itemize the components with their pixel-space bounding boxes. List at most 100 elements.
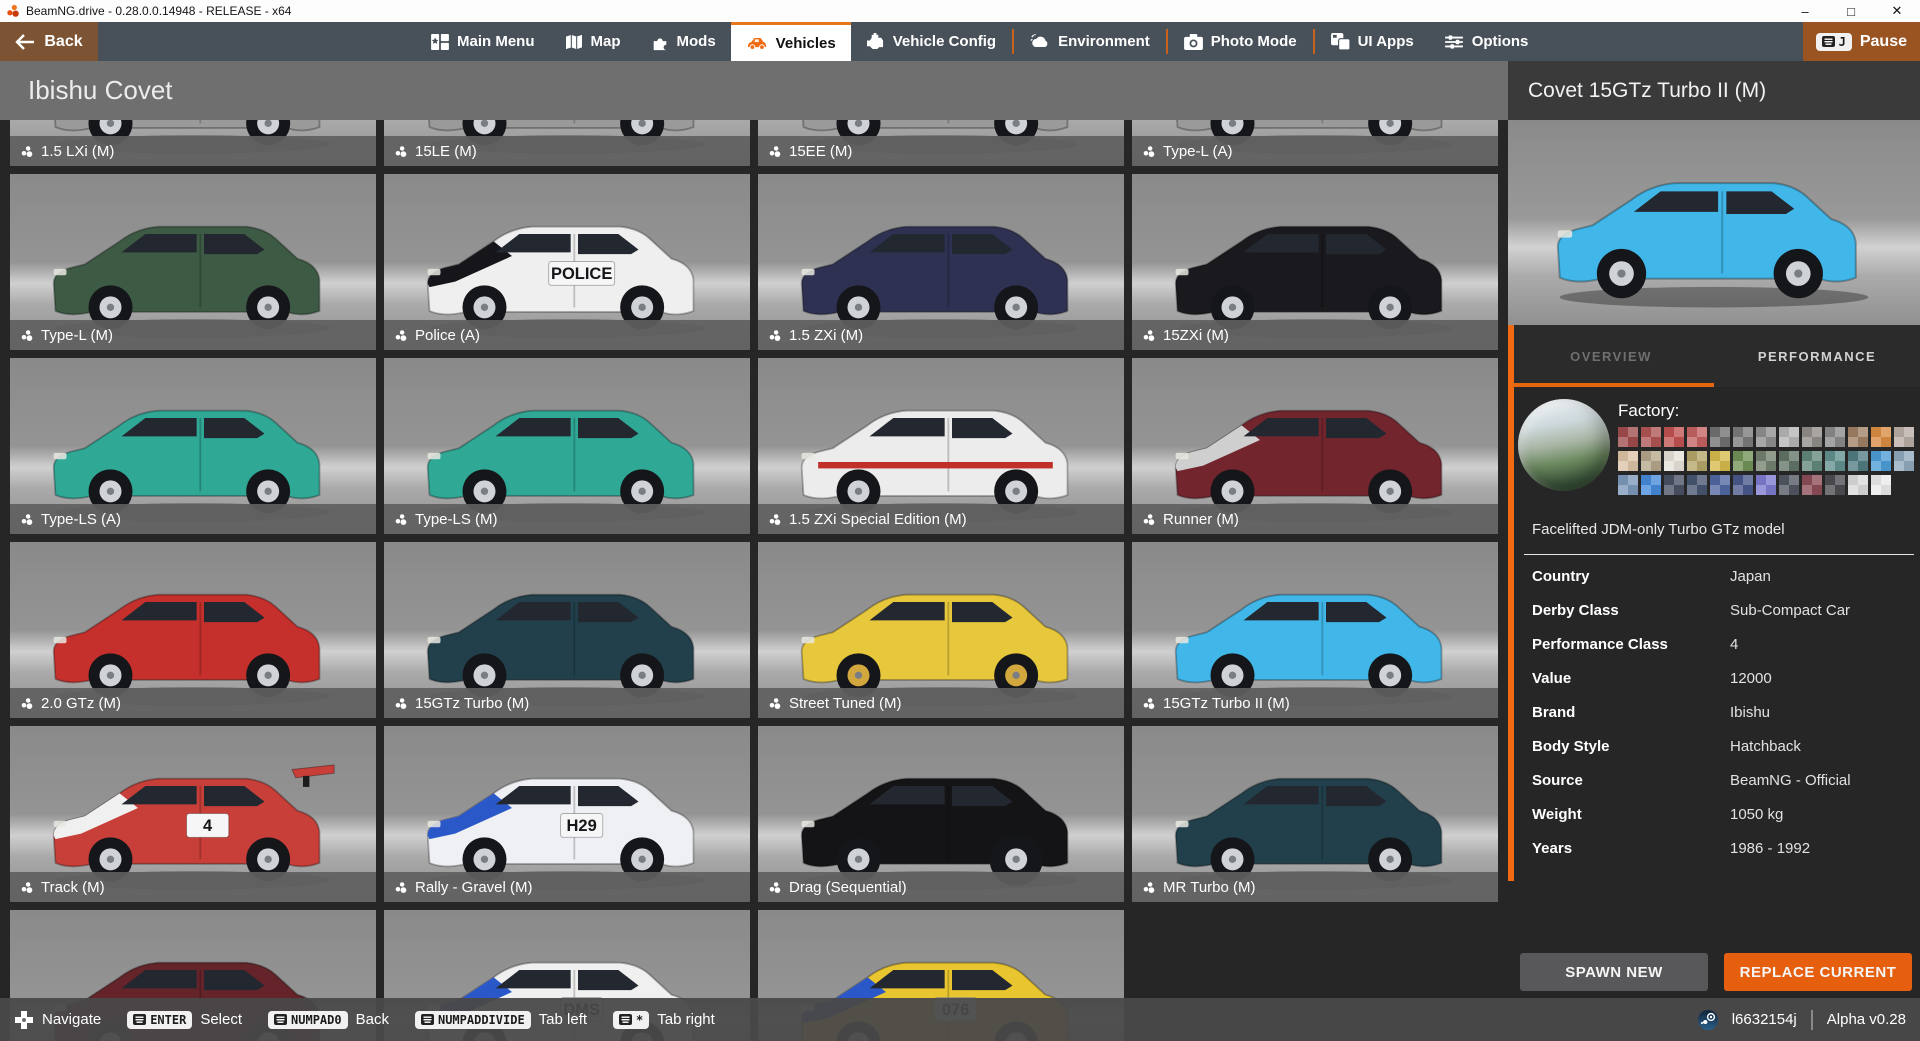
color-swatch[interactable] [1756, 451, 1776, 471]
keyboard-icon [133, 1014, 146, 1025]
color-swatch[interactable] [1802, 475, 1822, 495]
pause-button[interactable]: J Pause [1803, 22, 1920, 61]
vehicle-detail-pane: Covet 15GTz Turbo II (M) OVERVIEWPERFORM… [1508, 61, 1920, 1041]
color-swatch[interactable] [1802, 451, 1822, 471]
spawn-new-button[interactable]: SPAWN NEW [1520, 953, 1708, 991]
vehicle-tile[interactable]: POLICE Police (A) [384, 174, 750, 350]
color-swatch[interactable] [1779, 451, 1799, 471]
vehicle-tile[interactable]: 1.5 ZXi (M) [758, 174, 1124, 350]
replace-current-button[interactable]: REPLACE CURRENT [1724, 953, 1912, 991]
hint-label: Navigate [42, 1011, 101, 1028]
color-swatch[interactable] [1871, 427, 1891, 447]
color-swatch[interactable] [1894, 451, 1914, 471]
vehicle-tile[interactable]: 15GTz Turbo (M) [384, 542, 750, 718]
vehicle-render: 15ZXi (M) [1132, 174, 1498, 350]
vehicle-config-name: 15LE (M) [415, 143, 477, 160]
beamng-icon [394, 881, 408, 894]
options-icon [1444, 34, 1464, 50]
color-swatch[interactable] [1641, 475, 1661, 495]
color-swatch[interactable] [1848, 427, 1868, 447]
vehicle-render: Type-L (A) [1132, 120, 1498, 166]
vehicle-tile[interactable]: 1.5 LXi (M) [10, 120, 376, 166]
nav-separator [1012, 29, 1014, 54]
color-swatch[interactable] [1871, 451, 1891, 471]
vehicle-tile[interactable]: H29 Rally - Gravel (M) [384, 726, 750, 902]
nav-item-label: Vehicles [776, 35, 836, 52]
color-swatch[interactable] [1710, 475, 1730, 495]
vehicle-tile[interactable]: Type-L (M) [10, 174, 376, 350]
nav-item-environment[interactable]: Environment [1015, 22, 1165, 61]
vehicle-tile[interactable]: 15EE (M) [758, 120, 1124, 166]
beamng-icon [20, 329, 34, 342]
spec-label: Brand [1532, 704, 1730, 721]
color-swatch[interactable] [1848, 451, 1868, 471]
color-swatch[interactable] [1894, 427, 1914, 447]
vehicle-list-pane: Ibishu Covet 1.5 LXi (M) 15LE (M) 15E [0, 61, 1508, 1041]
tab-performance[interactable]: PERFORMANCE [1714, 325, 1920, 387]
color-swatch[interactable] [1871, 475, 1891, 495]
nav-item-ui-apps[interactable]: UI Apps [1316, 22, 1429, 61]
tab-overview[interactable]: OVERVIEW [1508, 325, 1714, 387]
color-swatch[interactable] [1687, 451, 1707, 471]
vehicle-tile[interactable]: Type-LS (M) [384, 358, 750, 534]
vehicle-tile[interactable]: Type-L (A) [1132, 120, 1498, 166]
beamng-icon [1142, 329, 1156, 342]
color-swatch[interactable] [1825, 427, 1845, 447]
color-swatch[interactable] [1618, 427, 1638, 447]
color-swatch[interactable] [1779, 427, 1799, 447]
vehicle-tile-selected[interactable]: 15GTz Turbo II (M) [1132, 542, 1498, 718]
color-swatch[interactable] [1664, 475, 1684, 495]
color-swatch[interactable] [1848, 475, 1868, 495]
color-swatch[interactable] [1756, 475, 1776, 495]
vehicle-tile[interactable]: 2.0 GTz (M) [10, 542, 376, 718]
vehicle-grid-row: 2.0 GTz (M) 15GTz Turbo (M) Street Tuned… [10, 542, 1498, 718]
color-swatch[interactable] [1802, 427, 1822, 447]
nav-item-vehicle-config[interactable]: Vehicle Config [851, 22, 1011, 61]
vehicle-tile[interactable]: Type-LS (A) [10, 358, 376, 534]
color-swatch[interactable] [1687, 475, 1707, 495]
maximize-button[interactable]: □ [1828, 0, 1874, 22]
vehicle-config-name: 2.0 GTz (M) [41, 695, 121, 712]
beamng-icon [394, 329, 408, 342]
color-swatch[interactable] [1710, 451, 1730, 471]
color-swatch[interactable] [1825, 475, 1845, 495]
color-swatch[interactable] [1641, 451, 1661, 471]
close-button[interactable]: ✕ [1874, 0, 1920, 22]
color-swatch[interactable] [1779, 475, 1799, 495]
vehicle-model-title: Ibishu Covet [0, 61, 1508, 120]
environment-thumbnail[interactable] [1518, 399, 1610, 491]
vehicle-tile[interactable]: MR Turbo (M) [1132, 726, 1498, 902]
vehicle-tile[interactable]: 1.5 ZXi Special Edition (M) [758, 358, 1124, 534]
color-swatch[interactable] [1641, 427, 1661, 447]
hint-label: Back [356, 1011, 389, 1028]
color-swatch[interactable] [1733, 427, 1753, 447]
nav-item-vehicles[interactable]: Vehicles [731, 22, 851, 61]
nav-item-photo-mode[interactable]: Photo Mode [1169, 22, 1312, 61]
vehicle-tile[interactable]: 15ZXi (M) [1132, 174, 1498, 350]
color-swatch[interactable] [1618, 451, 1638, 471]
nav-item-map[interactable]: Map [550, 22, 636, 61]
color-swatch[interactable] [1756, 427, 1776, 447]
color-swatch[interactable] [1664, 427, 1684, 447]
vehicle-tile[interactable]: Drag (Sequential) [758, 726, 1124, 902]
color-swatch[interactable] [1687, 427, 1707, 447]
nav-item-main-menu[interactable]: Main Menu [416, 22, 550, 61]
color-swatch[interactable] [1733, 475, 1753, 495]
back-button[interactable]: Back [0, 22, 98, 61]
vehicle-tile[interactable]: Street Tuned (M) [758, 542, 1124, 718]
vehicle-tile[interactable]: 15LE (M) [384, 120, 750, 166]
vehicle-tile[interactable]: Runner (M) [1132, 358, 1498, 534]
color-swatch[interactable] [1733, 451, 1753, 471]
nav-item-options[interactable]: Options [1429, 22, 1544, 61]
vehicle-tile-label: MR Turbo (M) [1132, 872, 1498, 902]
color-swatch[interactable] [1825, 451, 1845, 471]
vehicle-tile[interactable]: 4 Track (M) [10, 726, 376, 902]
color-swatch[interactable] [1618, 475, 1638, 495]
color-swatch[interactable] [1710, 427, 1730, 447]
scroll-indicator[interactable] [1508, 325, 1514, 881]
nav-item-mods[interactable]: Mods [636, 22, 731, 61]
minimize-button[interactable]: – [1782, 0, 1828, 22]
status-bar: NavigateENTERSelectNUMPAD0BackNUMPADDIVI… [0, 998, 1920, 1041]
spec-value: Sub-Compact Car [1730, 602, 1914, 619]
color-swatch[interactable] [1664, 451, 1684, 471]
